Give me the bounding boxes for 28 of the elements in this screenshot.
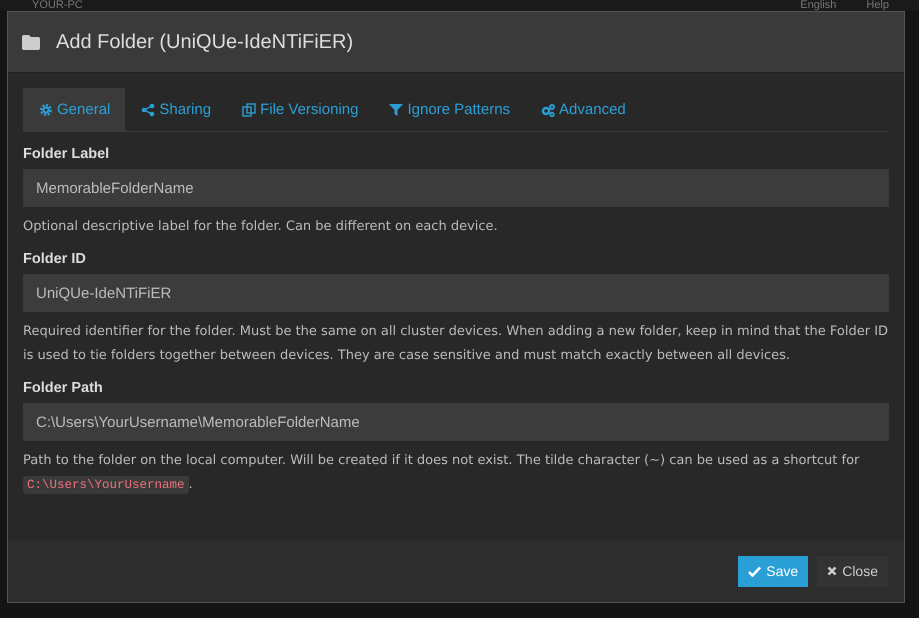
help-text: Optional descriptive label for the folder. Can be different on each device. (23, 218, 499, 236)
field-label: Folder Path (23, 380, 104, 396)
help-text: Required identifier for the folder. Must be the same on all cluster devices. When adding a new folder, keep in mind that the Folder ID is used to tie folders together between devices. They are case sensitive and must match exactly between all devices. (23, 323, 889, 365)
tab[interactable]: General (23, 88, 126, 131)
help-link[interactable]: Help (866, 0, 889, 11)
dialog-title: Add Folder (UniQUe-IdeNTiFiER) (56, 30, 354, 54)
input-field[interactable]: UniQUe-IdeNTiFiER (23, 274, 889, 312)
input-field[interactable]: C:\Users\YourUsername\MemorableFolderName (23, 403, 889, 441)
language-menu[interactable]: English (800, 0, 836, 11)
copy-icon (242, 102, 256, 116)
field-label: Folder ID (23, 251, 87, 267)
field-label: Folder Label (23, 146, 110, 162)
save-button[interactable]: Save (738, 556, 808, 586)
folder-icon (22, 34, 40, 50)
device-name: YOUR-PC (32, 0, 83, 11)
filter-icon (389, 102, 404, 116)
close-icon (827, 566, 838, 576)
help-text: Path to the folder on the local computer. Will be created if it does not exist. The tilde character (~) can be used as a shortcut for C:\Users\YourUsername . (23, 452, 860, 496)
tab[interactable]: File Versioning (226, 88, 374, 131)
share-icon (141, 102, 156, 116)
gear-icon (39, 102, 53, 116)
gears-icon (541, 102, 556, 116)
tab[interactable]: Ignore Patterns (373, 88, 526, 131)
close-button[interactable]: Close (817, 556, 888, 586)
tab[interactable]: Advanced (525, 88, 641, 131)
input-field[interactable]: MemorableFolderName (23, 169, 889, 207)
check-icon (748, 566, 762, 576)
tab[interactable]: Sharing (125, 88, 226, 131)
